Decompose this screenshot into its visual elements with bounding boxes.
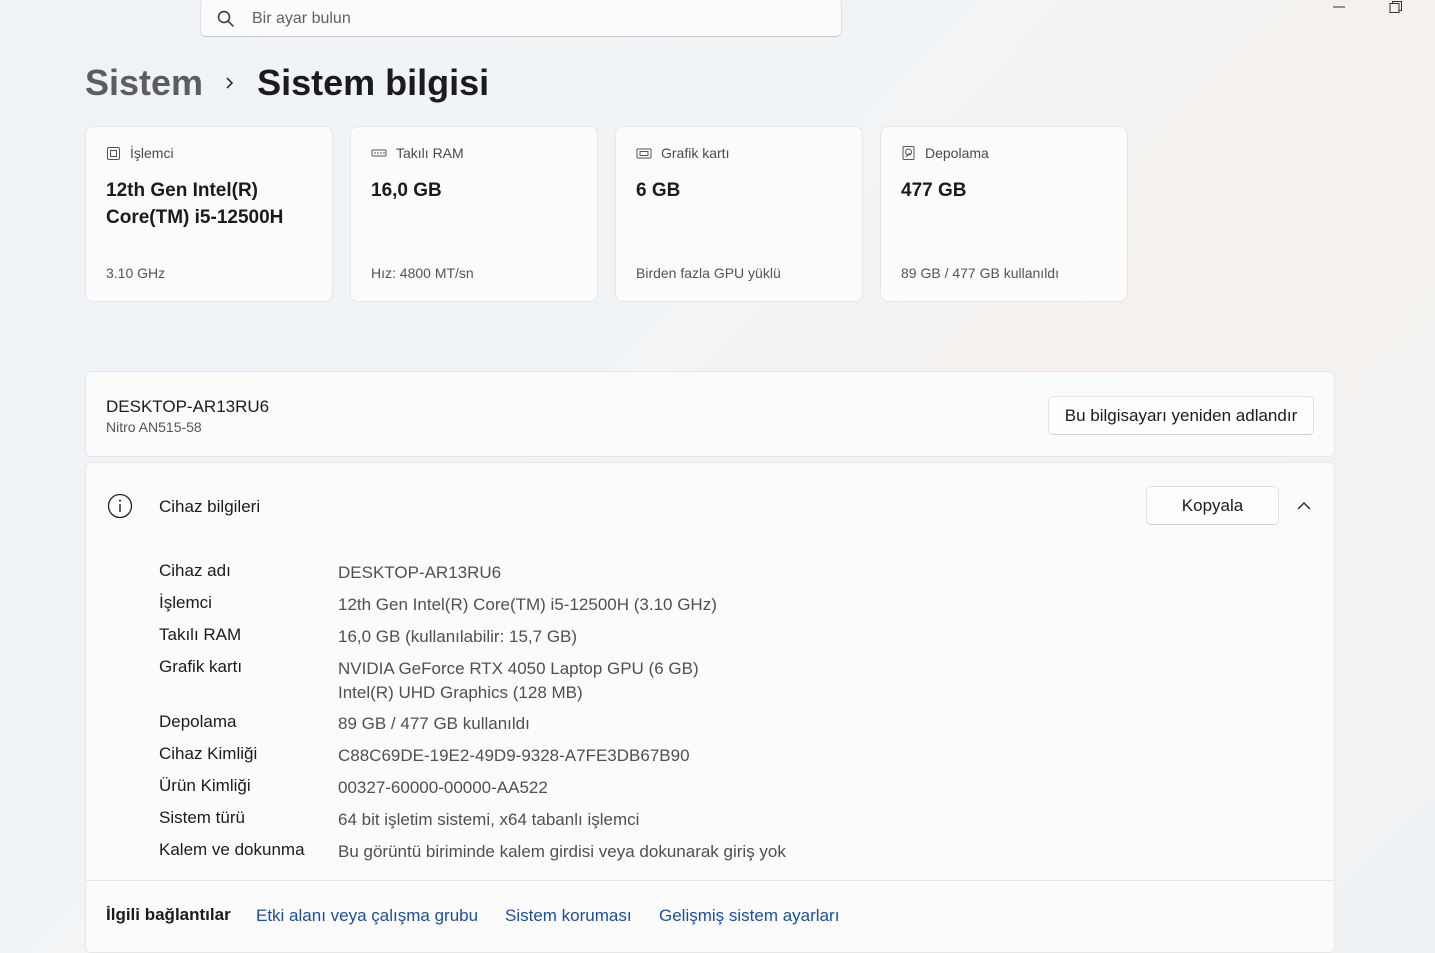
card-value: 12th Gen Intel(R) Core(TM) i5-12500H [106, 180, 284, 228]
breadcrumb: Sistem Sistem bilgisi [85, 60, 489, 106]
card-subtitle: 89 GB / 477 GB kullanıldı [901, 265, 1059, 281]
device-name-panel: DESKTOP-AR13RU6 Nitro AN515-58 Bu bilgis… [85, 371, 1335, 457]
card-subtitle: Hız: 4800 MT/sn [371, 265, 474, 281]
info-value: 16,0 GB (kullanılabilir: 15,7 GB) [338, 627, 578, 646]
device-info-title: Cihaz bilgileri [159, 497, 261, 516]
info-label: Cihaz Kimliği [159, 744, 258, 763]
search-icon [217, 10, 234, 27]
info-label: Ürün Kimliği [159, 776, 251, 795]
ram-card: Takılı RAM 16,0 GB Hız: 4800 MT/sn [350, 126, 598, 302]
card-title: İşlemci [130, 145, 174, 161]
domain-workgroup-link[interactable]: Etki alanı veya çalışma grubu [256, 906, 478, 926]
info-value: 12th Gen Intel(R) Core(TM) i5-12500H (3.… [338, 595, 717, 614]
page-title: Sistem bilgisi [257, 62, 490, 103]
storage-card: Depolama 477 GB 89 GB / 477 GB kullanıld… [880, 126, 1128, 302]
device-info-header[interactable]: Cihaz bilgileri Kopyala [85, 462, 1335, 547]
copy-button[interactable]: Kopyala [1146, 486, 1279, 525]
related-links-panel: İlgili bağlantılar Etki alanı veya çalış… [85, 880, 1335, 953]
minimize-icon[interactable] [1330, 0, 1350, 14]
graphics-card-icon [636, 148, 652, 158]
breadcrumb-sistem-link[interactable]: Sistem [85, 62, 203, 104]
search-input[interactable] [250, 7, 814, 31]
card-value: 16,0 GB [371, 180, 442, 201]
advanced-system-settings-link[interactable]: Gelişmiş sistem ayarları [659, 906, 839, 926]
info-label: İşlemci [159, 593, 212, 612]
card-subtitle: Birden fazla GPU yüklü [636, 265, 781, 281]
chevron-right-icon [203, 76, 257, 90]
info-label: Depolama [159, 712, 237, 731]
info-value-secondary: Intel(R) UHD Graphics (128 MB) [338, 683, 583, 702]
storage-icon [902, 146, 915, 160]
settings-search-box[interactable] [200, 0, 842, 37]
card-value: 6 GB [636, 180, 681, 201]
system-protection-link[interactable]: Sistem koruması [505, 906, 632, 926]
card-title: Depolama [925, 145, 989, 161]
rename-pc-button[interactable]: Bu bilgisayarı yeniden adlandır [1048, 396, 1314, 435]
info-label: Cihaz adı [159, 561, 231, 580]
related-links-title: İlgili bağlantılar [106, 905, 231, 924]
info-label: Sistem türü [159, 808, 245, 827]
restore-icon[interactable] [1386, 0, 1406, 14]
chevron-up-icon[interactable] [1294, 496, 1314, 516]
info-label: Kalem ve dokunma [159, 840, 305, 859]
device-name: DESKTOP-AR13RU6 [106, 397, 270, 416]
ram-icon [371, 149, 387, 156]
card-subtitle: 3.10 GHz [106, 265, 166, 281]
info-label: Grafik kartı [159, 657, 243, 676]
info-icon [107, 493, 133, 519]
info-value: 89 GB / 477 GB kullanıldı [338, 714, 530, 733]
info-label: Takılı RAM [159, 625, 242, 644]
card-title: Grafik kartı [661, 145, 730, 161]
device-info-body: Cihaz adı DESKTOP-AR13RU6 İşlemci 12th G… [85, 546, 1335, 881]
graphics-card: Grafik kartı 6 GB Birden fazla GPU yüklü [615, 126, 863, 302]
info-value: C88C69DE-19E2-49D9-9328-A7FE3DB67B90 [338, 746, 690, 765]
info-value: 64 bit işletim sistemi, x64 tabanlı işle… [338, 810, 640, 829]
card-value: 477 GB [901, 180, 967, 201]
card-title: Takılı RAM [396, 145, 464, 161]
device-model: Nitro AN515-58 [106, 419, 202, 435]
info-value: NVIDIA GeForce RTX 4050 Laptop GPU (6 GB… [338, 659, 699, 678]
processor-icon [107, 146, 120, 160]
processor-card: İşlemci 12th Gen Intel(R) Core(TM) i5-12… [85, 126, 333, 302]
info-value: 00327-60000-00000-AA522 [338, 778, 548, 797]
info-value: DESKTOP-AR13RU6 [338, 563, 502, 582]
info-value: Bu görüntü biriminde kalem girdisi veya … [338, 842, 786, 861]
